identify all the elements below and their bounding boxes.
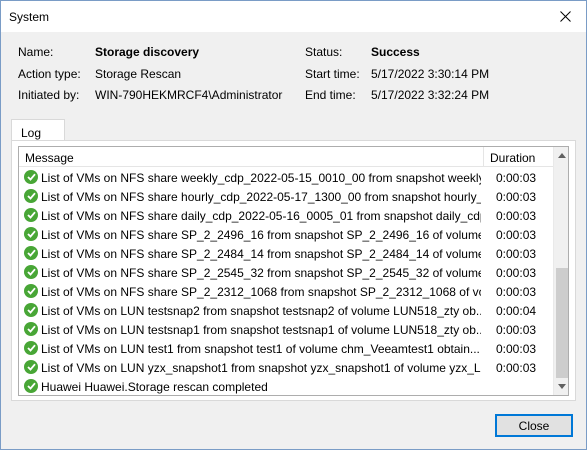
log-message: List of VMs on LUN testsnap2 from snapsh… <box>41 304 481 318</box>
log-rows: List of VMs on NFS share weekly_cdp_2022… <box>19 168 553 395</box>
log-row[interactable]: List of VMs on LUN yzx_snapshot1 from sn… <box>19 358 553 377</box>
duration-column-header[interactable]: Duration <box>490 151 535 165</box>
vertical-scrollbar[interactable] <box>553 147 568 395</box>
log-row[interactable]: List of VMs on NFS share SP_2_2496_16 fr… <box>19 225 553 244</box>
system-dialog: System Name: Storage discovery Action ty… <box>0 0 587 450</box>
check-circle-icon <box>24 227 38 241</box>
log-message: List of VMs on NFS share SP_2_2312_1068 … <box>41 285 481 299</box>
log-message: List of VMs on NFS share SP_2_2484_14 fr… <box>41 247 481 261</box>
log-row[interactable]: List of VMs on NFS share SP_2_2312_1068 … <box>19 282 553 301</box>
log-row[interactable]: List of VMs on NFS share daily_cdp_2022-… <box>19 206 553 225</box>
log-row[interactable]: List of VMs on NFS share weekly_cdp_2022… <box>19 168 553 187</box>
log-message: List of VMs on LUN yzx_snapshot1 from sn… <box>41 361 481 375</box>
initiated-by-value: WIN-790HEKMRCF4\Administrator <box>95 88 283 102</box>
window-title: System <box>9 10 50 24</box>
column-divider[interactable] <box>483 147 484 167</box>
check-circle-icon <box>24 170 38 184</box>
log-duration: 0:00:03 <box>496 361 537 375</box>
log-duration: 0:00:04 <box>496 304 537 318</box>
log-duration: 0:00:03 <box>496 171 537 185</box>
action-type-label: Action type: <box>18 67 81 81</box>
status-label: Status: <box>305 45 343 59</box>
log-message: List of VMs on NFS share daily_cdp_2022-… <box>41 209 481 223</box>
check-circle-icon <box>24 341 38 355</box>
log-message: Huawei Huawei.Storage rescan completed <box>41 380 268 394</box>
scroll-down-icon[interactable] <box>554 378 568 395</box>
log-row[interactable]: List of VMs on LUN test1 from snapshot t… <box>19 339 553 358</box>
log-message: List of VMs on LUN test1 from snapshot t… <box>41 342 480 356</box>
check-circle-icon <box>24 265 38 279</box>
message-column-header[interactable]: Message <box>25 151 74 165</box>
log-duration: 0:00:03 <box>496 247 537 261</box>
check-circle-icon <box>24 303 38 317</box>
log-grid: Message Duration List of VMs on NFS shar… <box>18 146 569 396</box>
log-message: List of VMs on LUN testsnap1 from snapsh… <box>41 323 481 337</box>
log-duration: 0:00:03 <box>496 323 537 337</box>
title-bar: System <box>1 1 586 32</box>
log-grid-header: Message Duration <box>19 147 553 167</box>
check-circle-icon <box>24 189 38 203</box>
log-duration: 0:00:03 <box>496 285 537 299</box>
status-value: Success <box>371 45 420 59</box>
start-time-value: 5/17/2022 3:30:14 PM <box>371 67 490 81</box>
log-row[interactable]: List of VMs on NFS share SP_2_2484_14 fr… <box>19 244 553 263</box>
start-time-label: Start time: <box>305 67 360 81</box>
end-time-value: 5/17/2022 3:32:24 PM <box>371 88 490 102</box>
close-button-label: Close <box>518 418 550 433</box>
tab-log[interactable]: Log <box>11 119 65 141</box>
close-icon[interactable] <box>552 4 578 28</box>
check-circle-icon <box>24 208 38 222</box>
check-circle-icon <box>24 379 38 393</box>
scrollbar-thumb[interactable] <box>556 268 568 378</box>
close-button[interactable]: Close <box>495 414 573 437</box>
log-duration: 0:00:03 <box>496 266 537 280</box>
log-message: List of VMs on NFS share SP_2_2496_16 fr… <box>41 228 481 242</box>
name-label: Name: <box>18 45 54 59</box>
check-circle-icon <box>24 246 38 260</box>
tab-log-label: Log <box>21 126 42 140</box>
log-duration: 0:00:03 <box>496 342 537 356</box>
name-value: Storage discovery <box>95 45 200 59</box>
end-time-label: End time: <box>305 88 356 102</box>
log-duration: 0:00:03 <box>496 209 537 223</box>
log-row[interactable]: List of VMs on LUN testsnap2 from snapsh… <box>19 301 553 320</box>
log-row[interactable]: List of VMs on NFS share hourly_cdp_2022… <box>19 187 553 206</box>
log-duration: 0:00:03 <box>496 228 537 242</box>
scroll-up-icon[interactable] <box>554 147 568 164</box>
log-duration: 0:00:03 <box>496 190 537 204</box>
log-message: List of VMs on NFS share SP_2_2545_32 fr… <box>41 266 481 280</box>
initiated-by-label: Initiated by: <box>18 88 80 102</box>
action-type-value: Storage Rescan <box>95 67 182 81</box>
log-panel: Message Duration List of VMs on NFS shar… <box>11 140 576 401</box>
log-row[interactable]: List of VMs on NFS share SP_2_2545_32 fr… <box>19 263 553 282</box>
check-circle-icon <box>24 284 38 298</box>
log-row[interactable]: List of VMs on LUN testsnap1 from snapsh… <box>19 320 553 339</box>
log-row[interactable]: Huawei Huawei.Storage rescan completed <box>19 377 553 395</box>
log-message: List of VMs on NFS share hourly_cdp_2022… <box>41 190 481 204</box>
check-circle-icon <box>24 322 38 336</box>
check-circle-icon <box>24 360 38 374</box>
log-message: List of VMs on NFS share weekly_cdp_2022… <box>41 171 481 185</box>
